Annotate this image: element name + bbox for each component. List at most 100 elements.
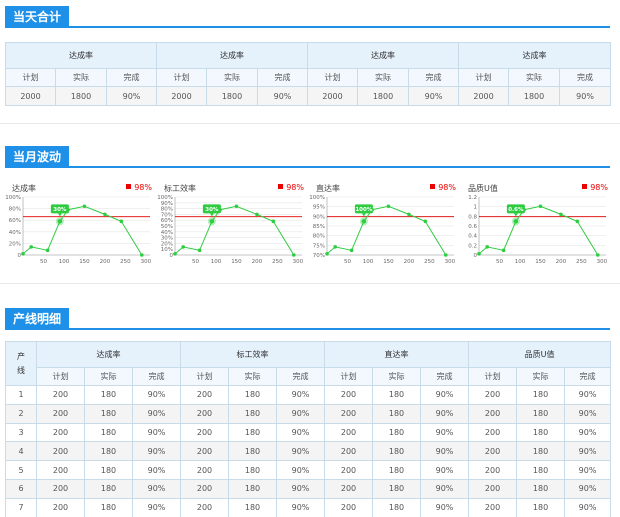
summary-group-header: 达成率 [307, 42, 460, 69]
chart-goal-label: 98% [134, 183, 152, 192]
detail-plan-cell: 200 [36, 478, 85, 499]
tooltip-pointer [209, 213, 214, 217]
highlight-point [57, 219, 63, 224]
actual-header: 实际 [516, 367, 566, 386]
detail-actual-cell: 180 [372, 422, 422, 443]
detail-complete-cell: 90% [131, 403, 182, 424]
summary-table: 达成率 达成率 达成率 达成率 计划 实际 完成 计划 实际 完成 计划 实际 … [4, 42, 612, 106]
data-point [173, 252, 177, 256]
table-row[interactable]: 3 200 180 90% 200 180 90% 200 180 90% 200 180 90% [5, 422, 612, 443]
detail-complete-cell: 90% [276, 422, 326, 443]
table-row[interactable]: 2 200 180 90% 200 180 90% 200 180 90% 200 180 90% [5, 403, 612, 424]
summary-group-header: 达成率 [156, 42, 309, 69]
detail-group-header: 标工效率 [180, 341, 326, 368]
detail-actual-cell: 180 [372, 497, 422, 517]
section-divider [0, 123, 620, 124]
data-point [255, 212, 259, 217]
y-tick-label: 40% [9, 230, 21, 236]
detail-plan-cell: 200 [468, 385, 518, 405]
data-point [575, 219, 580, 224]
x-tick-label: 300 [293, 259, 304, 265]
detail-complete-cell: 90% [276, 403, 326, 424]
detail-plan-cell: 200 [324, 478, 374, 499]
table-row[interactable]: 4 200 180 90% 200 180 90% 200 180 90% 200 180 90% [5, 441, 612, 462]
summary-section-title: 当天合计 [5, 6, 70, 28]
detail-plan-cell: 200 [36, 497, 85, 517]
detail-complete-cell: 90% [420, 497, 470, 517]
x-tick-label: 100 [363, 259, 374, 265]
detail-actual-cell: 180 [84, 460, 133, 480]
y-tick-label: 50% [161, 224, 173, 230]
chart-goal-legend: 98% [278, 183, 304, 192]
y-tick-label: 85% [313, 224, 325, 230]
detail-plan-cell: 200 [324, 422, 374, 443]
summary-complete-value: 90% [559, 86, 612, 106]
highlight-tooltip-label: 30% [53, 207, 67, 213]
detail-group-header: 品质U值 [468, 341, 612, 368]
line-column-header: 产线 [5, 341, 37, 386]
actual-header: 实际 [508, 68, 561, 87]
actual-header: 实际 [357, 68, 410, 87]
highlight-point [361, 219, 367, 224]
chart-plot: 70% 75% 80% 85% 90% 95% 100% 50 100 150 200 250 300 1… [309, 195, 455, 265]
goal-legend-swatch [278, 184, 284, 189]
x-tick-label: 50 [344, 259, 351, 265]
data-point [444, 253, 448, 257]
y-tick-label: 90% [161, 201, 173, 207]
detail-complete-cell: 90% [276, 385, 326, 405]
summary-complete-value: 90% [257, 86, 309, 106]
tooltip-pointer [361, 213, 366, 217]
x-tick-label: 200 [404, 259, 415, 265]
detail-complete-cell: 90% [420, 422, 470, 443]
detail-actual-cell: 180 [516, 422, 566, 443]
detail-complete-cell: 90% [420, 403, 470, 424]
detail-complete-cell: 90% [131, 460, 182, 480]
x-tick-label: 250 [576, 259, 587, 265]
actual-header: 实际 [206, 68, 259, 87]
table-row[interactable]: 5 200 180 90% 200 180 90% 200 180 90% 200 180 90% [5, 460, 612, 480]
line-number-cell: 7 [5, 497, 37, 517]
detail-actual-cell: 180 [372, 478, 422, 499]
x-tick-label: 150 [79, 259, 90, 265]
data-point [119, 219, 124, 224]
actual-header: 实际 [228, 367, 278, 386]
detail-group-header: 达成率 [35, 341, 182, 368]
y-tick-label: 1.2 [468, 195, 477, 201]
series-line [174, 205, 295, 256]
detail-complete-cell: 90% [131, 422, 182, 443]
line-number-cell: 3 [5, 422, 37, 443]
data-point [292, 253, 296, 257]
summary-plan-value: 2000 [5, 86, 56, 106]
detail-actual-cell: 180 [228, 460, 278, 480]
y-tick-label: 80% [161, 207, 173, 213]
y-tick-label: 75% [313, 243, 325, 249]
detail-plan-cell: 200 [468, 422, 518, 443]
table-row[interactable]: 7 200 180 90% 200 180 90% 200 180 90% 200 180 90% [5, 497, 612, 517]
tooltip-pointer [513, 213, 518, 217]
detail-plan-cell: 200 [468, 403, 518, 424]
data-point [45, 248, 50, 253]
detail-plan-cell: 200 [180, 460, 230, 480]
chart-goal-legend: 98% [126, 183, 152, 192]
y-tick-label: 20% [9, 241, 21, 247]
y-tick-label: 100% [5, 195, 21, 201]
chart-direct-pass-rate: 直达率 98% 70% 75% 80% 85% 90% 95% 100% 50 100 150 20… [309, 183, 458, 265]
table-row[interactable]: 1 200 180 90% 200 180 90% 200 180 90% 200 180 90% [5, 385, 612, 405]
plan-header: 计划 [468, 367, 518, 386]
x-tick-label: 300 [597, 259, 608, 265]
x-tick-label: 200 [556, 259, 567, 265]
table-row[interactable]: 6 200 180 90% 200 180 90% 200 180 90% 200 180 90% [5, 478, 612, 499]
data-point [407, 212, 411, 217]
series-line [326, 205, 447, 256]
chart-standard-efficiency: 标工效率 98% 0 10% 20% 30% 40% 50% 60% 70% 80% 90% 100… [157, 183, 306, 265]
detail-actual-cell: 180 [372, 441, 422, 462]
detail-actual-cell: 180 [516, 441, 566, 462]
detail-plan-cell: 200 [324, 403, 374, 424]
section-divider [0, 283, 620, 284]
highlight-tooltip-label: 30% [205, 207, 219, 213]
y-tick-label: 0 [18, 253, 22, 259]
detail-actual-cell: 180 [516, 497, 566, 517]
detail-plan-cell: 200 [36, 385, 85, 405]
data-point [501, 248, 506, 253]
detail-complete-cell: 90% [564, 460, 612, 480]
